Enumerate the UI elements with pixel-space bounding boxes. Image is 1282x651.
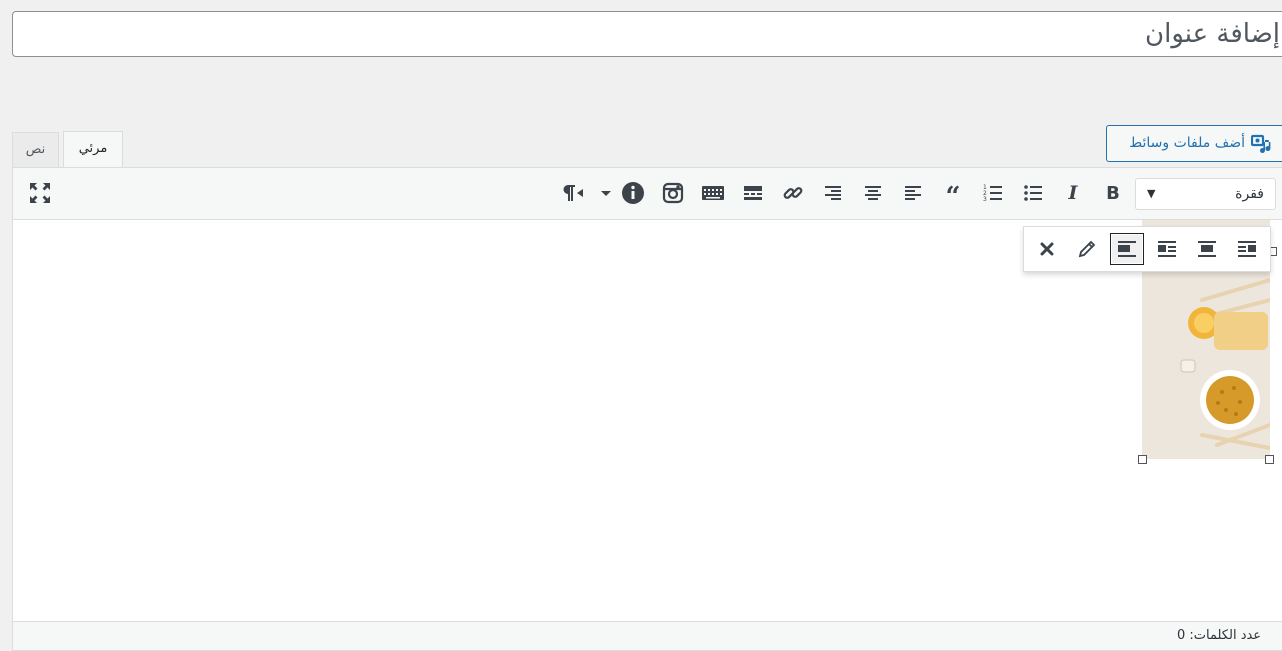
image-align-right-button[interactable] — [1230, 233, 1264, 265]
image-align-left-button[interactable] — [1150, 233, 1184, 265]
add-media-label: أضف ملفات وسائط — [1129, 135, 1245, 151]
image-align-center-button[interactable] — [1190, 233, 1224, 265]
post-title-placeholder: إضافة عنوان — [1145, 19, 1280, 49]
image-remove-button[interactable] — [1030, 233, 1064, 265]
post-title-input[interactable]: إضافة عنوان — [12, 11, 1282, 57]
image-toolbar — [1023, 226, 1271, 272]
align-left-icon[interactable] — [901, 181, 925, 205]
image-no-align-button[interactable] — [1110, 233, 1144, 265]
format-select-value: فقرة — [1235, 186, 1264, 202]
editor-area: فقرة ▼ B I 123 “ عدد الكلمات: 0 — [12, 167, 1282, 651]
tab-text[interactable]: نص — [12, 132, 59, 168]
svg-text:I: I — [1068, 182, 1079, 204]
tab-text-label: نص — [25, 142, 46, 157]
svg-text:B: B — [1106, 183, 1120, 204]
editor-toolbar: فقرة ▼ B I 123 “ — [13, 168, 1282, 220]
fullscreen-icon[interactable] — [28, 181, 52, 205]
resize-handle[interactable] — [1138, 455, 1147, 464]
add-media-button[interactable]: أضف ملفات وسائط — [1106, 125, 1282, 162]
format-select[interactable]: فقرة ▼ — [1135, 178, 1276, 210]
info-icon[interactable] — [621, 181, 645, 205]
chevron-down-icon: ▼ — [1147, 187, 1156, 200]
editor-statusbar: عدد الكلمات: 0 — [13, 621, 1282, 650]
tab-visual-label: مرئي — [78, 141, 108, 156]
italic-icon[interactable]: I — [1061, 181, 1085, 205]
resize-handle[interactable] — [1265, 455, 1274, 464]
image-edit-button[interactable] — [1070, 233, 1104, 265]
read-more-icon[interactable] — [741, 181, 765, 205]
numbered-list-icon[interactable]: 123 — [981, 181, 1005, 205]
keyboard-icon[interactable] — [701, 181, 725, 205]
tab-visual[interactable]: مرئي — [63, 131, 123, 168]
align-right-icon[interactable] — [821, 181, 845, 205]
word-count: عدد الكلمات: 0 — [1177, 628, 1262, 643]
svg-text:“: “ — [946, 182, 961, 205]
add-media-icon — [1250, 134, 1273, 154]
blockquote-icon[interactable]: “ — [941, 181, 965, 205]
align-center-icon[interactable] — [861, 181, 885, 205]
paragraph-rtl-icon[interactable] — [560, 181, 584, 205]
bold-icon[interactable]: B — [1101, 181, 1125, 205]
svg-text:3: 3 — [983, 196, 987, 203]
info-dropdown-arrow-icon[interactable] — [599, 181, 613, 205]
bulleted-list-icon[interactable] — [1021, 181, 1045, 205]
link-icon[interactable] — [781, 181, 805, 205]
instagram-icon[interactable] — [661, 181, 685, 205]
